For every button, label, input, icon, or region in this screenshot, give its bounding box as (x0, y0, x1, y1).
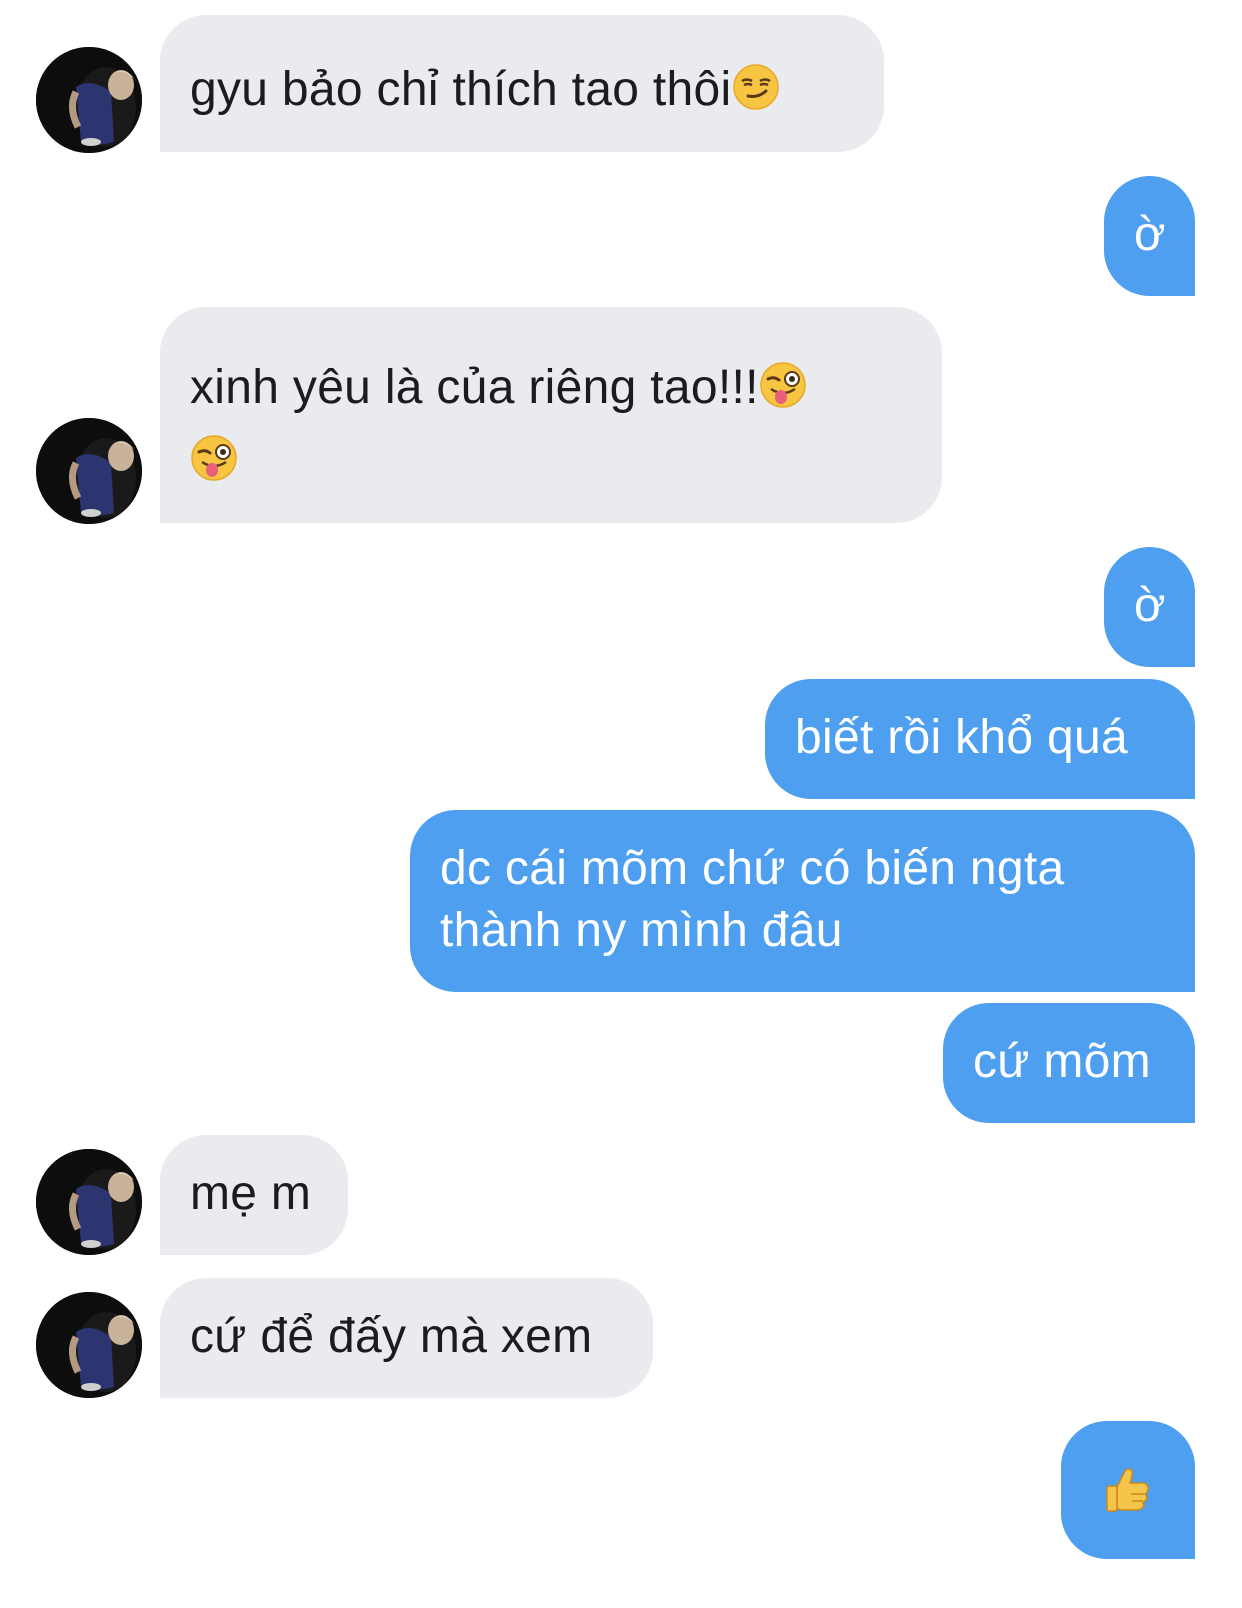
message-text-line-2: thành ny mình đâu (440, 904, 843, 957)
avatar-photo (36, 1292, 142, 1398)
smirking-face-icon (732, 63, 780, 111)
message-text: xinh yêu là của riêng tao!!! (190, 361, 759, 414)
message-bubble-outgoing[interactable]: cứ mõm (943, 1003, 1195, 1123)
message-bubble-outgoing[interactable]: ờ (1104, 547, 1195, 667)
message-text-line-1: dc cái mõm chứ có biến ngta (440, 842, 1065, 895)
contact-avatar[interactable] (36, 1149, 142, 1255)
message-bubble-incoming[interactable]: gyu bảo chỉ thích tao thôi (160, 15, 884, 152)
message-bubble-incoming[interactable]: mẹ m (160, 1135, 348, 1255)
contact-avatar[interactable] (36, 1292, 142, 1398)
contact-avatar[interactable] (36, 47, 142, 153)
message-text: gyu bảo chỉ thích tao thôi (190, 63, 732, 116)
message-text: ờ (1134, 579, 1166, 632)
message-bubble-incoming[interactable]: xinh yêu là của riêng tao!!! (160, 307, 942, 523)
message-bubble-incoming[interactable]: cứ để đấy mà xem (160, 1278, 653, 1398)
message-bubble-outgoing[interactable]: biết rồi khổ quá (765, 679, 1195, 799)
thumbs-up-icon (1103, 1465, 1153, 1515)
avatar-photo (36, 1149, 142, 1255)
avatar-photo (36, 47, 142, 153)
message-text: mẹ m (190, 1167, 312, 1220)
message-text: biết rồi khổ quá (795, 711, 1129, 764)
winking-face-with-tongue-icon (190, 434, 910, 482)
avatar-photo (36, 418, 142, 524)
message-bubble-outgoing[interactable] (1061, 1421, 1195, 1559)
contact-avatar[interactable] (36, 418, 142, 524)
message-text: cứ để đấy mà xem (190, 1310, 593, 1363)
message-bubble-outgoing[interactable]: dc cái mõm chứ có biến ngta thành ny mìn… (410, 810, 1195, 992)
winking-face-with-tongue-icon (759, 361, 807, 409)
message-text: ờ (1134, 208, 1166, 261)
message-text: cứ mõm (973, 1035, 1151, 1088)
message-bubble-outgoing[interactable]: ờ (1104, 176, 1195, 296)
